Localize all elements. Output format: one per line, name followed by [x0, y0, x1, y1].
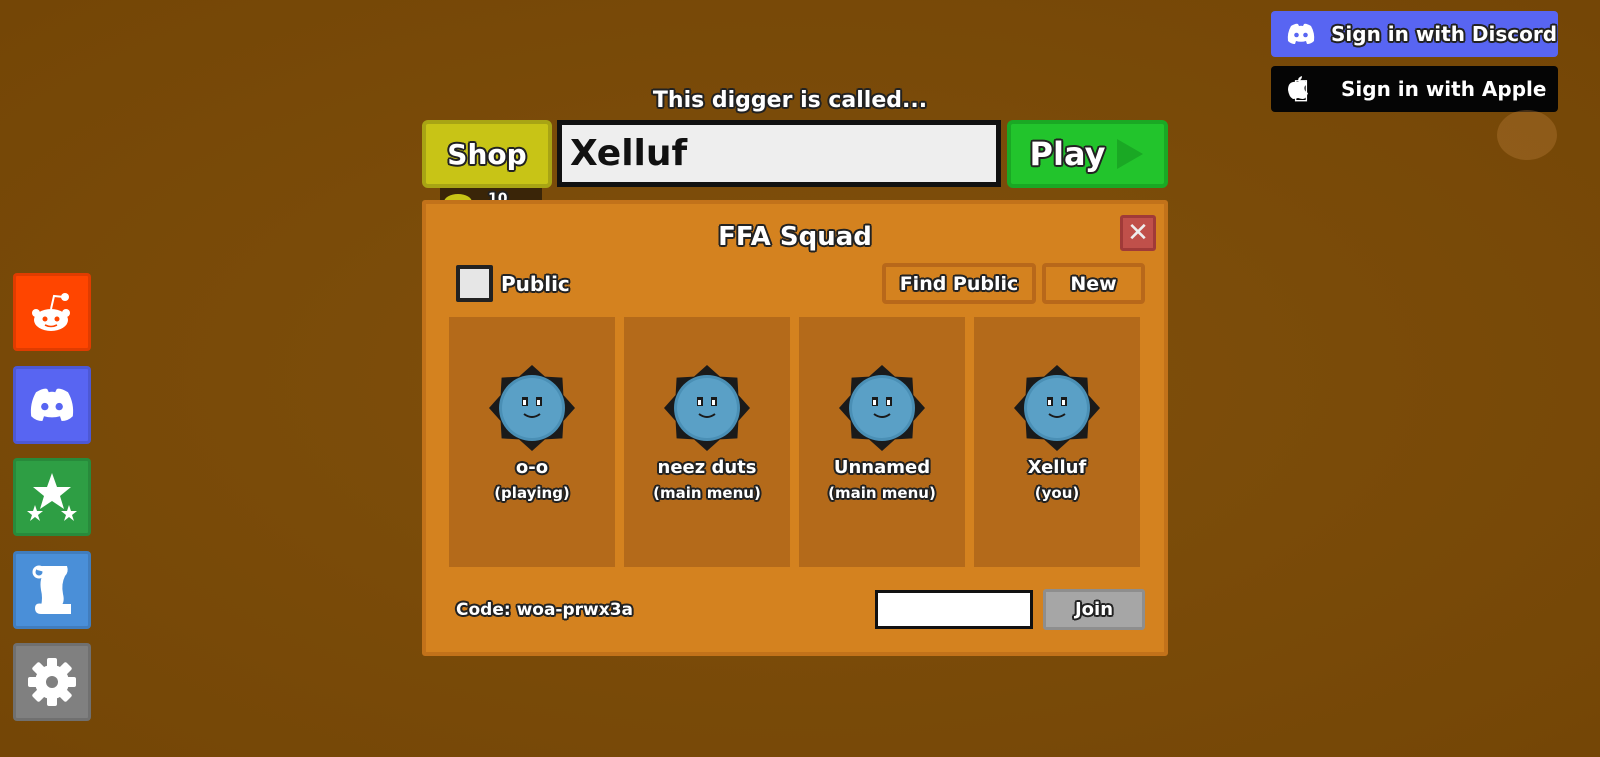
play-label: Play [1029, 135, 1106, 173]
play-arrow-icon [1117, 139, 1144, 169]
member-status: (playing) [494, 484, 570, 502]
panel-title: FFA Squad [718, 222, 872, 252]
discord-icon [1271, 23, 1331, 45]
scroll-icon [32, 565, 71, 614]
join-code-input[interactable] [875, 590, 1033, 629]
reddit-icon [32, 293, 70, 331]
sidebar-reddit-button[interactable] [13, 273, 91, 351]
stars-icon [27, 473, 77, 521]
member-card: neez duts (main menu) [624, 317, 790, 567]
join-button[interactable]: Join [1043, 589, 1145, 630]
find-public-label: Find Public [899, 272, 1019, 295]
discord-label: Sign in with Discord [1331, 22, 1558, 46]
gear-icon [28, 658, 76, 706]
member-name: neez duts [657, 457, 757, 478]
play-button[interactable]: Play [1007, 120, 1168, 188]
public-checkbox[interactable] [456, 265, 493, 302]
digger-avatar-icon [1014, 365, 1100, 451]
member-name: o-o [515, 457, 549, 478]
new-label: New [1070, 272, 1117, 295]
member-card: Unnamed (main menu) [799, 317, 965, 567]
squad-panel: FFA Squad ✕ Public Find Public New o-o (… [422, 200, 1168, 656]
digger-avatar-icon [489, 365, 575, 451]
close-button[interactable]: ✕ [1120, 215, 1156, 251]
member-card: Xelluf (you) [974, 317, 1140, 567]
digger-name-input[interactable]: Xelluf [557, 120, 1001, 187]
close-icon: ✕ [1127, 218, 1149, 248]
squad-code: Code: woa-prwx3a [456, 600, 634, 620]
name-caption: This digger is called... [652, 88, 928, 113]
member-status: (main menu) [653, 484, 761, 502]
shop-button[interactable]: Shop [422, 120, 552, 188]
member-card: o-o (playing) [449, 317, 615, 567]
sidebar-settings-button[interactable] [13, 643, 91, 721]
member-status: (you) [1034, 484, 1080, 502]
member-status: (main menu) [828, 484, 936, 502]
sign-in-discord-button[interactable]: Sign in with Discord [1271, 11, 1558, 57]
shop-label: Shop [447, 137, 527, 171]
new-squad-button[interactable]: New [1042, 263, 1145, 304]
sidebar-discord-button[interactable] [13, 366, 91, 444]
digger-avatar-icon [839, 365, 925, 451]
sidebar-stars-button[interactable] [13, 458, 91, 536]
member-name: Unnamed [833, 457, 931, 478]
sidebar-changelog-button[interactable] [13, 551, 91, 629]
digger-avatar-icon [664, 365, 750, 451]
discord-icon [30, 388, 74, 421]
member-name: Xelluf [1027, 457, 1087, 478]
find-public-button[interactable]: Find Public [882, 263, 1036, 304]
public-label: Public [501, 272, 570, 296]
faded-circle [1497, 110, 1557, 160]
join-label: Join [1074, 599, 1114, 620]
